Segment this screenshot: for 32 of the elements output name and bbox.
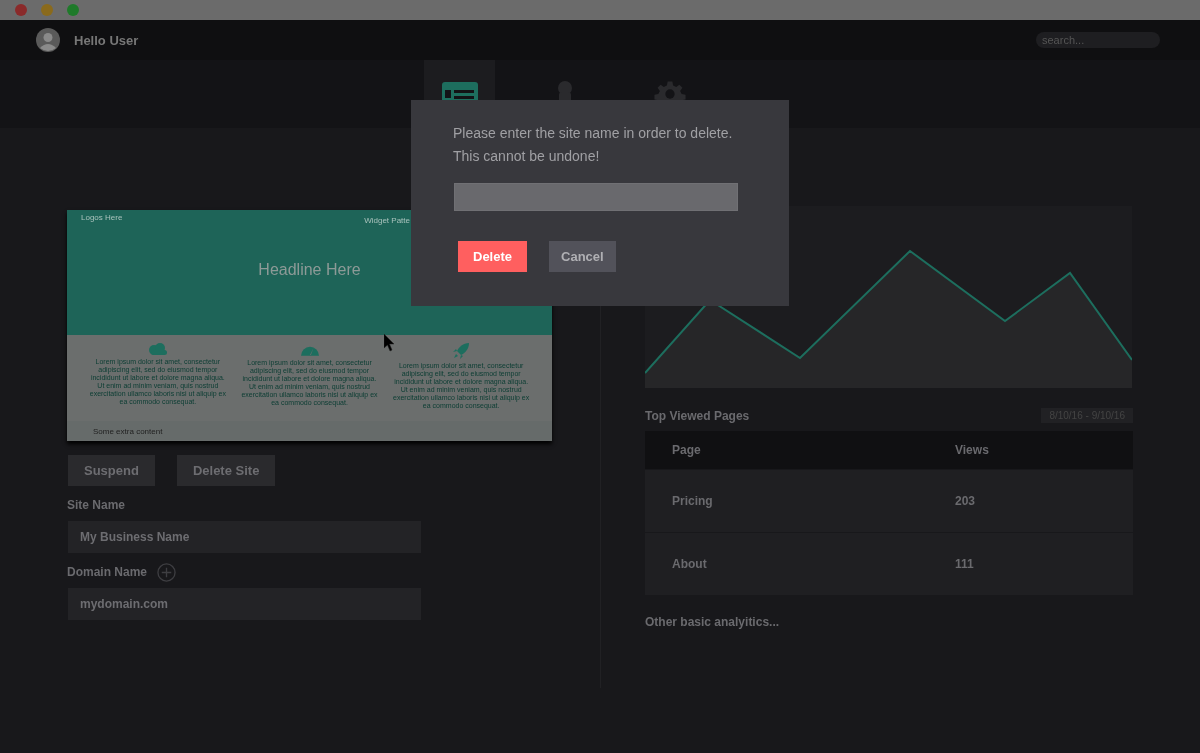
rocket-icon <box>453 343 470 359</box>
column-header: Views <box>955 443 989 457</box>
window-control[interactable] <box>41 4 53 16</box>
widget-text: Widget Patte <box>364 215 410 225</box>
column-header: Page <box>672 443 702 457</box>
headline: Headline Here <box>257 261 362 279</box>
dialog-button[interactable]: Cancel <box>549 241 616 272</box>
field-label: Domain Name <box>67 565 148 579</box>
dialog-message: Please enter the site name in order to delete. <box>453 124 734 143</box>
cursor-icon <box>384 334 396 352</box>
table-cell-text: Pricing <box>672 494 714 508</box>
table-cell-text: About <box>672 557 708 571</box>
action-button[interactable]: Delete Site <box>176 455 276 486</box>
dialog-message: This cannot be undone! <box>453 147 601 166</box>
add-icon[interactable] <box>157 562 177 582</box>
greeting: Hello User <box>74 32 139 48</box>
window-control[interactable] <box>15 4 27 16</box>
text-field[interactable]: My Business Name <box>68 521 421 553</box>
site-name-field[interactable] <box>454 183 738 211</box>
section-heading: Other basic analyitics... <box>645 615 781 629</box>
table-cell: 203 <box>955 494 976 508</box>
logo-text: Logos Here <box>81 213 123 224</box>
dialog-button[interactable]: Delete <box>458 241 528 272</box>
text-field[interactable]: mydomain.com <box>68 588 421 620</box>
footer-text: Some extra content <box>93 426 163 436</box>
cloud-icon <box>147 343 168 355</box>
avatar-icon <box>36 28 60 52</box>
window-control[interactable] <box>67 4 79 16</box>
field-label: Site Name <box>67 498 126 512</box>
table-title: Top Viewed Pages <box>645 408 750 423</box>
action-button[interactable]: Suspend <box>68 455 155 486</box>
table-cell: 111 <box>955 557 974 571</box>
